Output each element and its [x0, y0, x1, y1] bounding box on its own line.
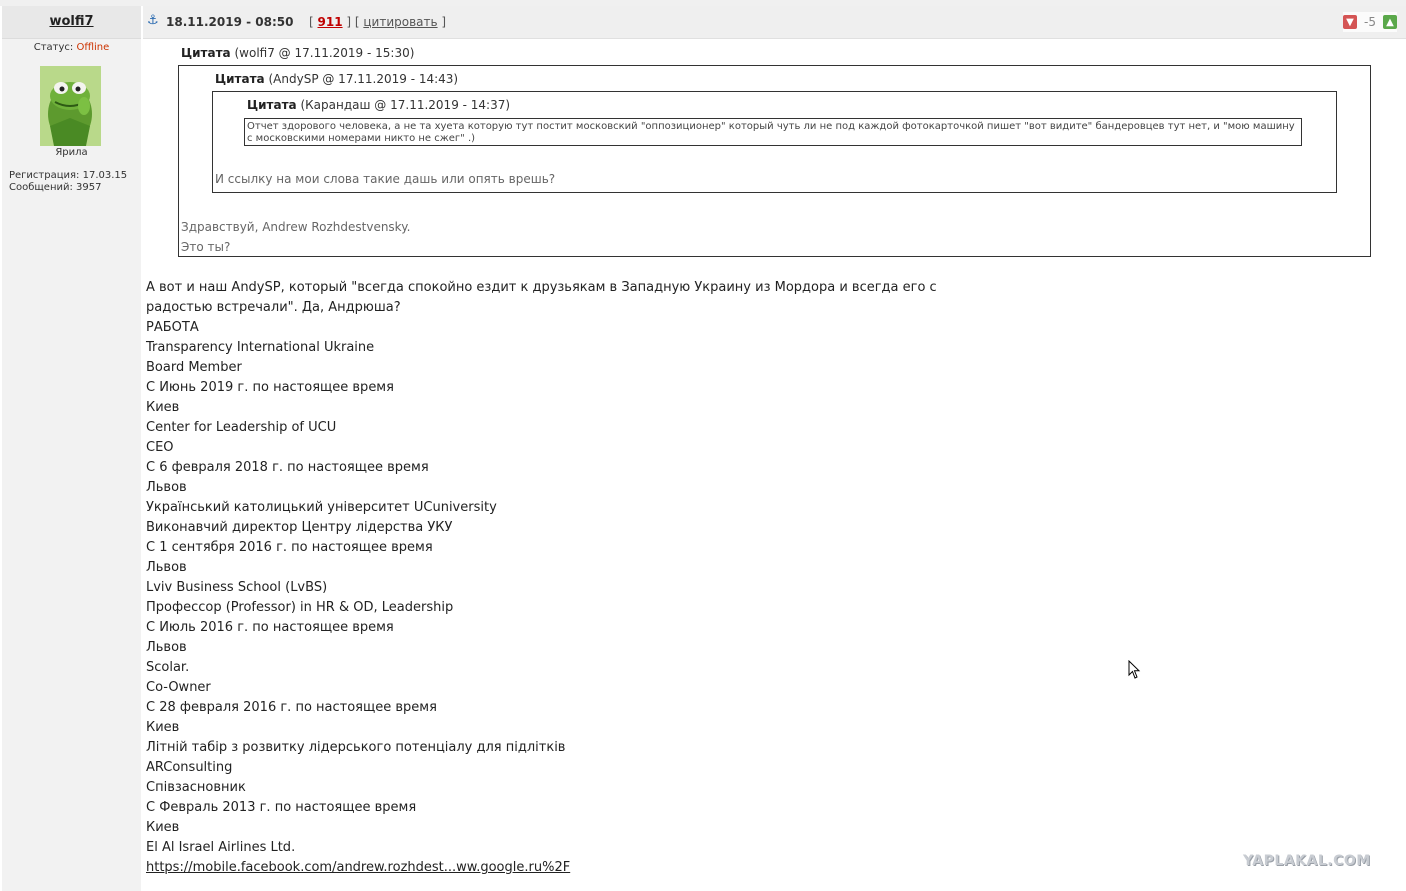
user-stats: Регистрация: 17.03.15 Сообщений: 3957 — [9, 170, 127, 194]
quote-1-text: Здравствуй, Andrew Rozhdestvensky. Это т… — [181, 217, 410, 257]
quote-2-meta: (AndySP @ 17.11.2019 - 14:43) — [268, 72, 459, 86]
post-body-line: Львов — [146, 640, 187, 655]
thumb-down-icon[interactable]: ▼ — [1343, 15, 1358, 29]
author-username-link[interactable]: wolfi7 — [49, 14, 93, 29]
thumb-up-icon[interactable]: ▲ — [1383, 15, 1397, 29]
quote-1-line: Это ты? — [181, 240, 231, 254]
post-body-line: Виконавчий директор Центру лідерства УКУ — [146, 520, 453, 535]
post-body-line: ARConsulting — [146, 760, 233, 775]
quote-3-header: Цитата (Карандаш @ 17.11.2019 - 14:37) — [247, 98, 510, 112]
post-body-line: CEO — [146, 440, 174, 455]
post-body-line: С Февраль 2013 г. по настоящее время — [146, 800, 417, 815]
post-body-line: радостью встречали". Да, Андрюша? — [146, 300, 401, 315]
anchor-icon[interactable]: ⚓ — [147, 14, 159, 28]
quote-1-label: Цитата — [181, 46, 231, 60]
avatar-image — [40, 66, 101, 146]
quote-2-box: Цитата (Карандаш @ 17.11.2019 - 14:37) О… — [212, 91, 1337, 193]
post-body-line: Львов — [146, 560, 187, 575]
quote-1-header: Цитата (wolfi7 @ 17.11.2019 - 15:30) — [181, 46, 414, 60]
mouse-cursor-icon — [1128, 660, 1141, 679]
post-body: А вот и наш AndySP, который "всегда спок… — [146, 278, 946, 878]
post-body-line: РАБОТА — [146, 320, 199, 335]
author-panel: wolfi7 Статус: Offline Ярила Регистрация… — [2, 6, 141, 891]
quote-1-line: Здравствуй, Andrew Rozhdestvensky. — [181, 220, 411, 234]
quote-2-label: Цитата — [215, 72, 265, 86]
post-body-line: С Июнь 2019 г. по настоящее время — [146, 380, 394, 395]
quote-3-label: Цитата — [247, 98, 297, 112]
facebook-profile-link[interactable]: https://mobile.facebook.com/andrew.rozhd… — [146, 858, 946, 878]
post-body-line: Львов — [146, 480, 187, 495]
quote-1-box: Цитата (AndySP @ 17.11.2019 - 14:43) Цит… — [178, 65, 1371, 257]
quote-button[interactable]: цитировать — [363, 15, 437, 29]
status-label: Статус: — [33, 42, 74, 53]
post-body-line: El Al Israel Airlines Ltd. — [146, 840, 296, 855]
post-body-line: Киев — [146, 720, 180, 735]
quote-2-header: Цитата (AndySP @ 17.11.2019 - 14:43) — [215, 72, 458, 86]
quote-2-text: И ссылку на мои слова такие дашь или опя… — [215, 172, 556, 186]
post-date: 18.11.2019 - 08:50 — [166, 15, 294, 29]
post-number-link[interactable]: 911 — [318, 15, 343, 29]
post-body-line: Center for Leadership of UCU — [146, 420, 337, 435]
post-body-line: Board Member — [146, 360, 242, 375]
post-body-line: Co-Owner — [146, 680, 211, 695]
post-actions: [ 911 ] [ цитировать ] — [309, 15, 447, 29]
site-watermark: YAPLAKAL.COM — [1243, 853, 1371, 869]
post-body-line: Lviv Business School (LvBS) — [146, 580, 328, 595]
quote-1-meta: (wolfi7 @ 17.11.2019 - 15:30) — [234, 46, 415, 60]
post-rating: ▼ -5 ▲ — [1343, 12, 1397, 32]
post-body-line: Український католицький університет UCun… — [146, 500, 497, 515]
post-body-line: С 28 февраля 2016 г. по настоящее время — [146, 700, 437, 715]
user-title: Ярила — [55, 147, 88, 158]
registration-date: Регистрация: 17.03.15 — [9, 170, 128, 181]
post-body-line: Киев — [146, 400, 180, 415]
message-count: Сообщений: 3957 — [9, 182, 102, 193]
post-body-line: Співзасновник — [146, 780, 246, 795]
post-body-line: Transparency International Ukraine — [146, 340, 375, 355]
post-body-line: С 1 сентября 2016 г. по настоящее время — [146, 540, 433, 555]
forum-post: wolfi7 Статус: Offline Ярила Регистрация… — [0, 0, 1406, 891]
post-body-line: А вот и наш AndySP, который "всегда спок… — [146, 280, 937, 295]
author-status: Статус: Offline — [2, 42, 141, 53]
quote-3-meta: (Карандаш @ 17.11.2019 - 14:37) — [300, 98, 511, 112]
status-value: Offline — [76, 42, 110, 53]
quote-3-text: Отчет здорового человека, а не та хуета … — [244, 118, 1302, 146]
post-header: ⚓ 18.11.2019 - 08:50 [ 911 ] [ цитироват… — [143, 6, 1406, 39]
avatar[interactable] — [40, 66, 101, 146]
post-body-line: Scolar. — [146, 660, 190, 675]
post-body-line: Киев — [146, 820, 180, 835]
post-content-panel: ⚓ 18.11.2019 - 08:50 [ 911 ] [ цитироват… — [143, 6, 1406, 891]
rating-value: -5 — [1364, 15, 1376, 29]
post-body-line: С Июль 2016 г. по настоящее время — [146, 620, 394, 635]
post-body-line: С 6 февраля 2018 г. по настоящее время — [146, 460, 429, 475]
author-header: wolfi7 — [2, 6, 141, 39]
post-body-line: Літній табір з розвитку лідерського поте… — [146, 740, 566, 755]
post-body-line: Профессор (Professor) in HR & OD, Leader… — [146, 600, 454, 615]
